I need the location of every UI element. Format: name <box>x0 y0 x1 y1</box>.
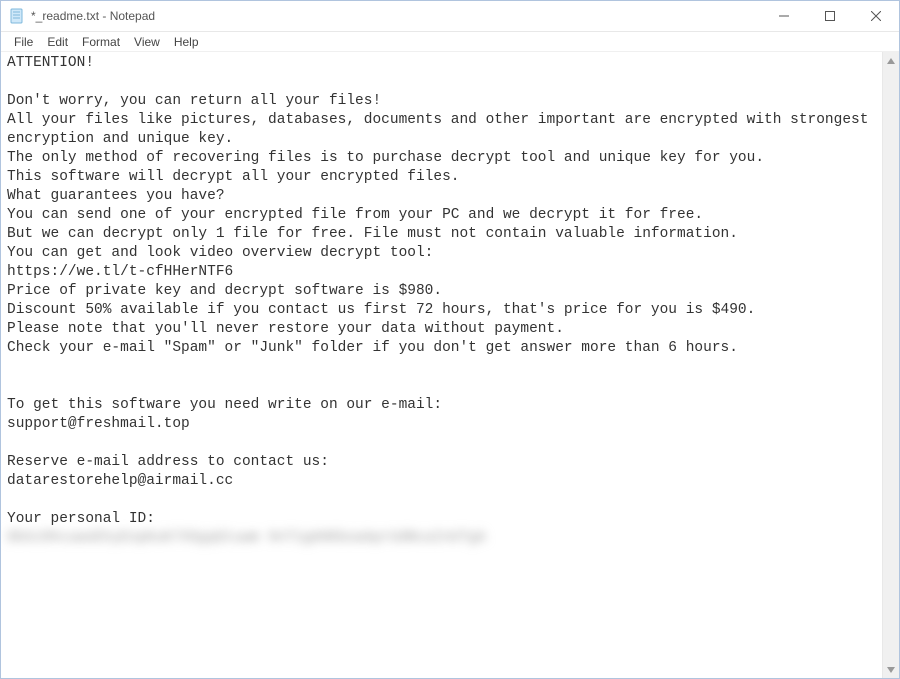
text-area[interactable]: ATTENTION! Don't worry, you can return a… <box>1 52 882 678</box>
scroll-up-icon[interactable] <box>883 52 899 69</box>
text-line: Discount 50% available if you contact us… <box>7 302 755 318</box>
menu-edit[interactable]: Edit <box>40 33 75 51</box>
text-line: This software will decrypt all your encr… <box>7 169 459 185</box>
text-line: But we can decrypt only 1 file for free.… <box>7 226 738 242</box>
menu-file[interactable]: File <box>7 33 40 51</box>
scroll-track[interactable] <box>883 69 899 661</box>
vertical-scrollbar[interactable] <box>882 52 899 678</box>
titlebar[interactable]: *_readme.txt - Notepad <box>1 1 899 32</box>
text-line: Don't worry, you can return all your fil… <box>7 93 381 109</box>
text-line: Check your e-mail "Spam" or "Junk" folde… <box>7 340 738 356</box>
text-line: You can send one of your encrypted file … <box>7 207 703 223</box>
text-line: Price of private key and decrypt softwar… <box>7 283 442 299</box>
text-line: To get this software you need write on o… <box>7 397 442 413</box>
text-line: You can get and look video overview decr… <box>7 245 433 261</box>
menu-view[interactable]: View <box>127 33 167 51</box>
notepad-icon <box>9 8 25 24</box>
menubar: File Edit Format View Help <box>1 32 899 52</box>
text-line: What guarantees you have? <box>7 188 225 204</box>
text-line: Your personal ID: <box>7 511 155 527</box>
text-line: Reserve e-mail address to contact us: <box>7 454 329 470</box>
minimize-button[interactable] <box>761 1 807 31</box>
window-controls <box>761 1 899 31</box>
window-title: *_readme.txt - Notepad <box>31 9 761 23</box>
notepad-window: *_readme.txt - Notepad File Edit Format … <box>0 0 900 679</box>
menu-format[interactable]: Format <box>75 33 127 51</box>
text-line: Please note that you'll never restore yo… <box>7 321 564 337</box>
text-line: support@freshmail.top <box>7 416 190 432</box>
text-line: The only method of recovering files is t… <box>7 150 764 166</box>
content-wrap: ATTENTION! Don't worry, you can return a… <box>1 52 899 678</box>
maximize-button[interactable] <box>807 1 853 31</box>
text-line: https://we.tl/t-cfHHerNTF6 <box>7 264 233 280</box>
text-line: datarestorehelp@airmail.cc <box>7 473 233 489</box>
menu-help[interactable]: Help <box>167 33 206 51</box>
text-line: All your files like pictures, databases,… <box>7 112 877 147</box>
text-line: ATTENTION! <box>7 55 94 71</box>
close-button[interactable] <box>853 1 899 31</box>
scroll-down-icon[interactable] <box>883 661 899 678</box>
personal-id-blurred: 0bXz9hcuwoEhyEnpKuK7XGgqGtuwm 9nT1gAHKbo… <box>7 530 486 546</box>
